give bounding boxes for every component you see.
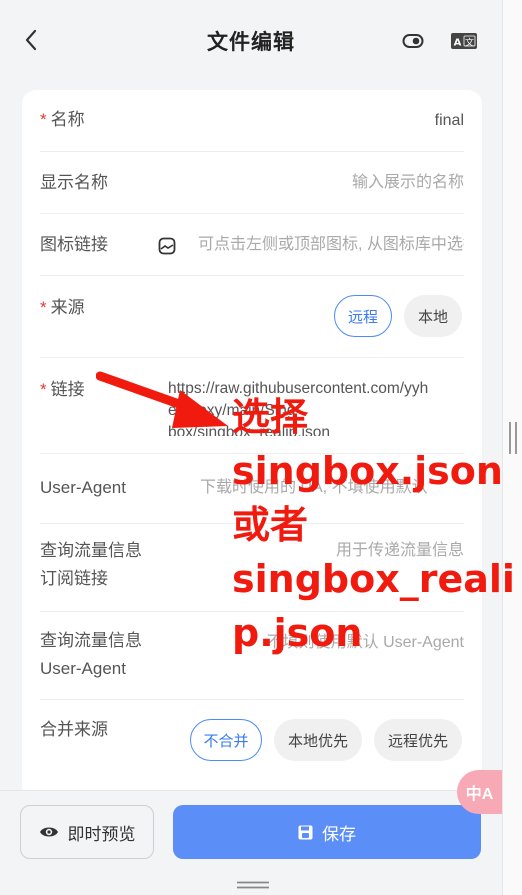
source-label: * 来源 [40,298,85,317]
bottom-bar: 即时预览 保存 [0,790,502,870]
merge-option-local-first[interactable]: 本地优先 [274,719,362,761]
merge-option-none[interactable]: 不合并 [190,719,262,761]
source-option-remote[interactable]: 远程 [334,295,392,337]
merge-label: 合并来源 [40,720,108,739]
annotation-line-3: 或者 [232,503,309,547]
red-arrow-icon [96,371,228,428]
svg-text:文: 文 [465,37,474,49]
page-title: 文件编辑 [207,31,295,54]
user-agent-label: User-Agent [40,478,126,497]
home-indicator-icon[interactable] [236,876,270,889]
annotation-line-4: singbox_reali [232,557,515,601]
merge-option-remote-first[interactable]: 远程优先 [374,719,462,761]
display-name-row: 显示名称 输入展示的名称 [40,152,464,214]
preview-label: 即时预览 [67,824,136,844]
floating-translate-button[interactable]: 中A [457,770,502,814]
image-picker-icon[interactable] [158,237,176,255]
display-name-input[interactable]: 输入展示的名称 [352,169,464,197]
merge-row: 合并来源 不合并 本地优先 远程优先 [40,700,464,782]
icon-link-row: 图标链接 可点击左侧或顶部图标, 从图标库中选择 [40,214,464,276]
top-bar: 文件编辑 A文 [0,0,502,82]
toggle-icon[interactable] [402,33,424,49]
icon-link-label: 图标链接 [40,235,108,254]
annotation-line-2: singbox.json [232,449,503,493]
back-icon[interactable] [20,28,42,52]
translate-icon[interactable]: A文 [450,31,478,51]
icon-link-input[interactable]: 可点击左侧或顶部图标, 从图标库中选择 [198,231,464,259]
annotation-text: 选择 singbox.json 或者 singbox_reali p.json [232,390,522,660]
save-icon [298,825,313,840]
save-label: 保存 [322,824,356,844]
display-name-label: 显示名称 [40,173,108,192]
save-button[interactable]: 保存 [173,805,481,859]
traffic-link-label: 查询流量信息 订阅链接 [40,541,142,588]
name-input[interactable]: final [435,107,464,135]
eye-icon [39,825,59,839]
svg-text:A: A [454,38,462,49]
preview-button[interactable]: 即时预览 [20,805,154,859]
link-label: * 链接 [40,380,85,399]
name-label: * 名称 [40,110,85,129]
name-row: * 名称 final [40,90,464,152]
source-row: * 来源 远程 本地 [40,276,464,358]
annotation-line-1: 选择 [232,395,309,439]
source-option-local[interactable]: 本地 [404,295,462,337]
traffic-ua-label: 查询流量信息 User-Agent [40,631,142,678]
annotation-line-5: p.json [232,611,363,655]
